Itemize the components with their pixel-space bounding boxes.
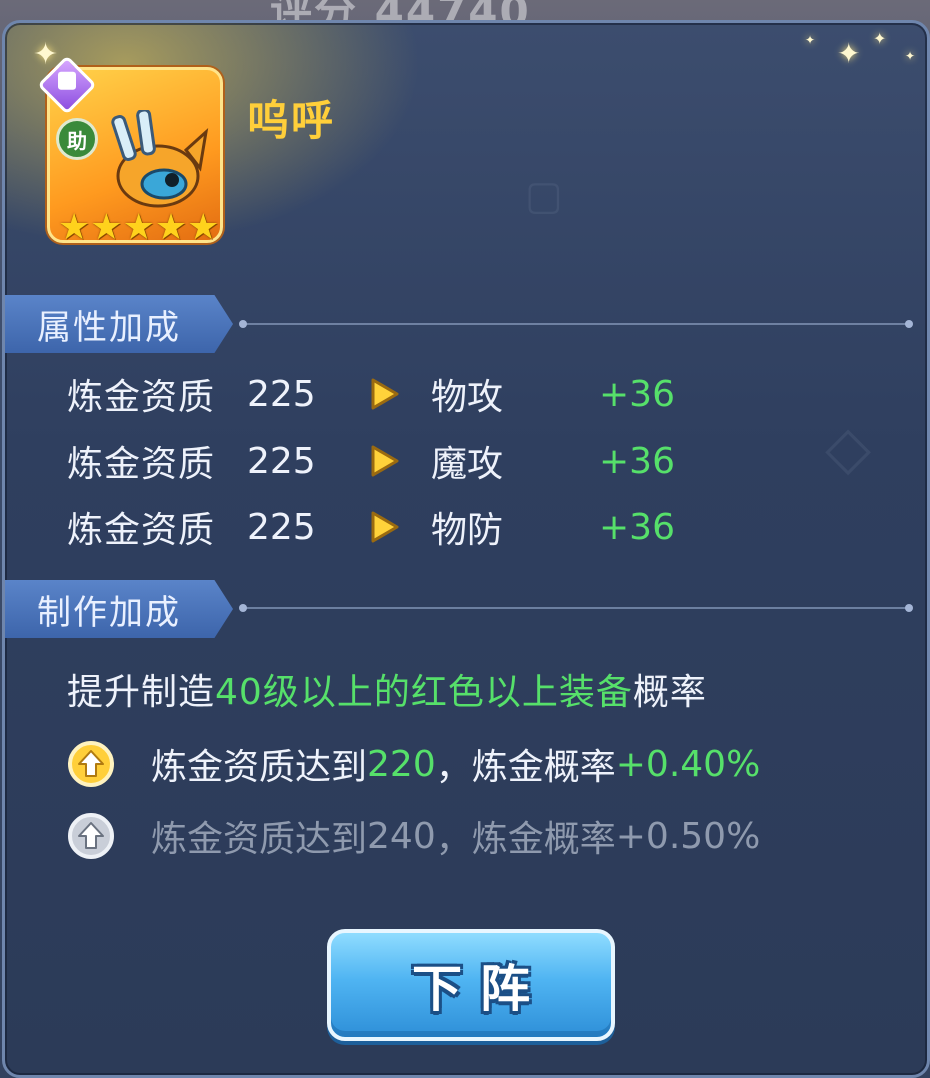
crafting-desc-prefix: 提升制造	[67, 672, 216, 713]
hero-avatar[interactable]: 助 ★ ★ ★ ★ ★	[37, 55, 223, 246]
level-up-inactive-icon	[68, 813, 114, 859]
sparkle-icon: ✦	[873, 29, 887, 48]
role-badge: 助	[56, 118, 98, 160]
stat-bonus: +36	[599, 373, 675, 415]
unequip-button[interactable]: 下阵	[327, 929, 615, 1041]
sparkle-icon: ✦	[837, 37, 861, 70]
stat-bonus: +36	[599, 506, 675, 548]
tier-threshold: 220	[367, 743, 436, 785]
stat-bonus: +36	[599, 440, 675, 482]
tier-threshold: 240	[367, 815, 436, 857]
attribute-label: 炼金资质	[67, 510, 216, 551]
arrow-right-icon	[371, 445, 399, 477]
attribute-label: 炼金资质	[67, 377, 216, 418]
attribute-label: 炼金资质	[67, 444, 216, 485]
attribute-row: 炼金资质 225 物攻 +36	[67, 369, 675, 419]
star-icon: ★	[154, 207, 188, 248]
attribute-value: 225	[247, 373, 316, 415]
sparkle-icon: ✦	[905, 49, 916, 63]
tier-mid: ，炼金概率	[435, 747, 616, 788]
star-icon: ★	[187, 207, 220, 248]
unequip-button-label: 下阵	[412, 960, 548, 1018]
section-divider	[239, 320, 913, 328]
star-icon: ★	[58, 207, 91, 248]
arrow-right-icon	[371, 378, 399, 410]
arrow-right-icon	[371, 511, 399, 543]
star-rating: ★ ★ ★ ★ ★	[58, 210, 219, 246]
crafting-tier-row: 炼金资质达到 240 ，炼金概率 +0.50%	[67, 809, 760, 863]
attribute-value: 225	[247, 506, 316, 548]
tier-rate: +0.50%	[615, 815, 761, 857]
hero-detail-panel: ▢ ◇ ✦ ✦ ✦ ✦ ✦ 助 ★ ★ ★ ★ ★ 呜呼 属性加成 炼金资质 2…	[2, 20, 930, 1078]
attribute-value: 225	[247, 440, 316, 482]
stat-name: 物防	[431, 510, 504, 551]
hero-name: 呜呼	[247, 96, 336, 145]
level-up-active-icon	[68, 741, 114, 787]
attribute-row: 炼金资质 225 物防 +36	[67, 502, 675, 552]
crafting-desc-highlight: 40级以上的红色以上装备	[215, 672, 633, 713]
star-icon: ★	[122, 207, 155, 248]
stat-name: 魔攻	[431, 444, 504, 485]
section-divider	[239, 604, 913, 612]
tier-mid: ，炼金概率	[435, 819, 616, 860]
tier-rate: +0.40%	[615, 743, 761, 785]
tier-prefix: 炼金资质达到	[151, 747, 368, 788]
star-icon: ★	[90, 207, 123, 248]
crafting-description: 提升制造40级以上的红色以上装备概率	[67, 663, 707, 715]
attributes-section-header: 属性加成	[5, 295, 233, 353]
crafting-tier-row: 炼金资质达到 220 ，炼金概率 +0.40%	[67, 737, 760, 791]
sparkle-icon: ✦	[805, 33, 816, 47]
crafting-desc-suffix: 概率	[632, 672, 707, 713]
fish-creature-icon	[111, 110, 209, 208]
stat-name: 物攻	[431, 377, 504, 418]
attribute-row: 炼金资质 225 魔攻 +36	[67, 436, 675, 486]
tier-prefix: 炼金资质达到	[151, 819, 368, 860]
crafting-section-header: 制作加成	[5, 580, 233, 638]
